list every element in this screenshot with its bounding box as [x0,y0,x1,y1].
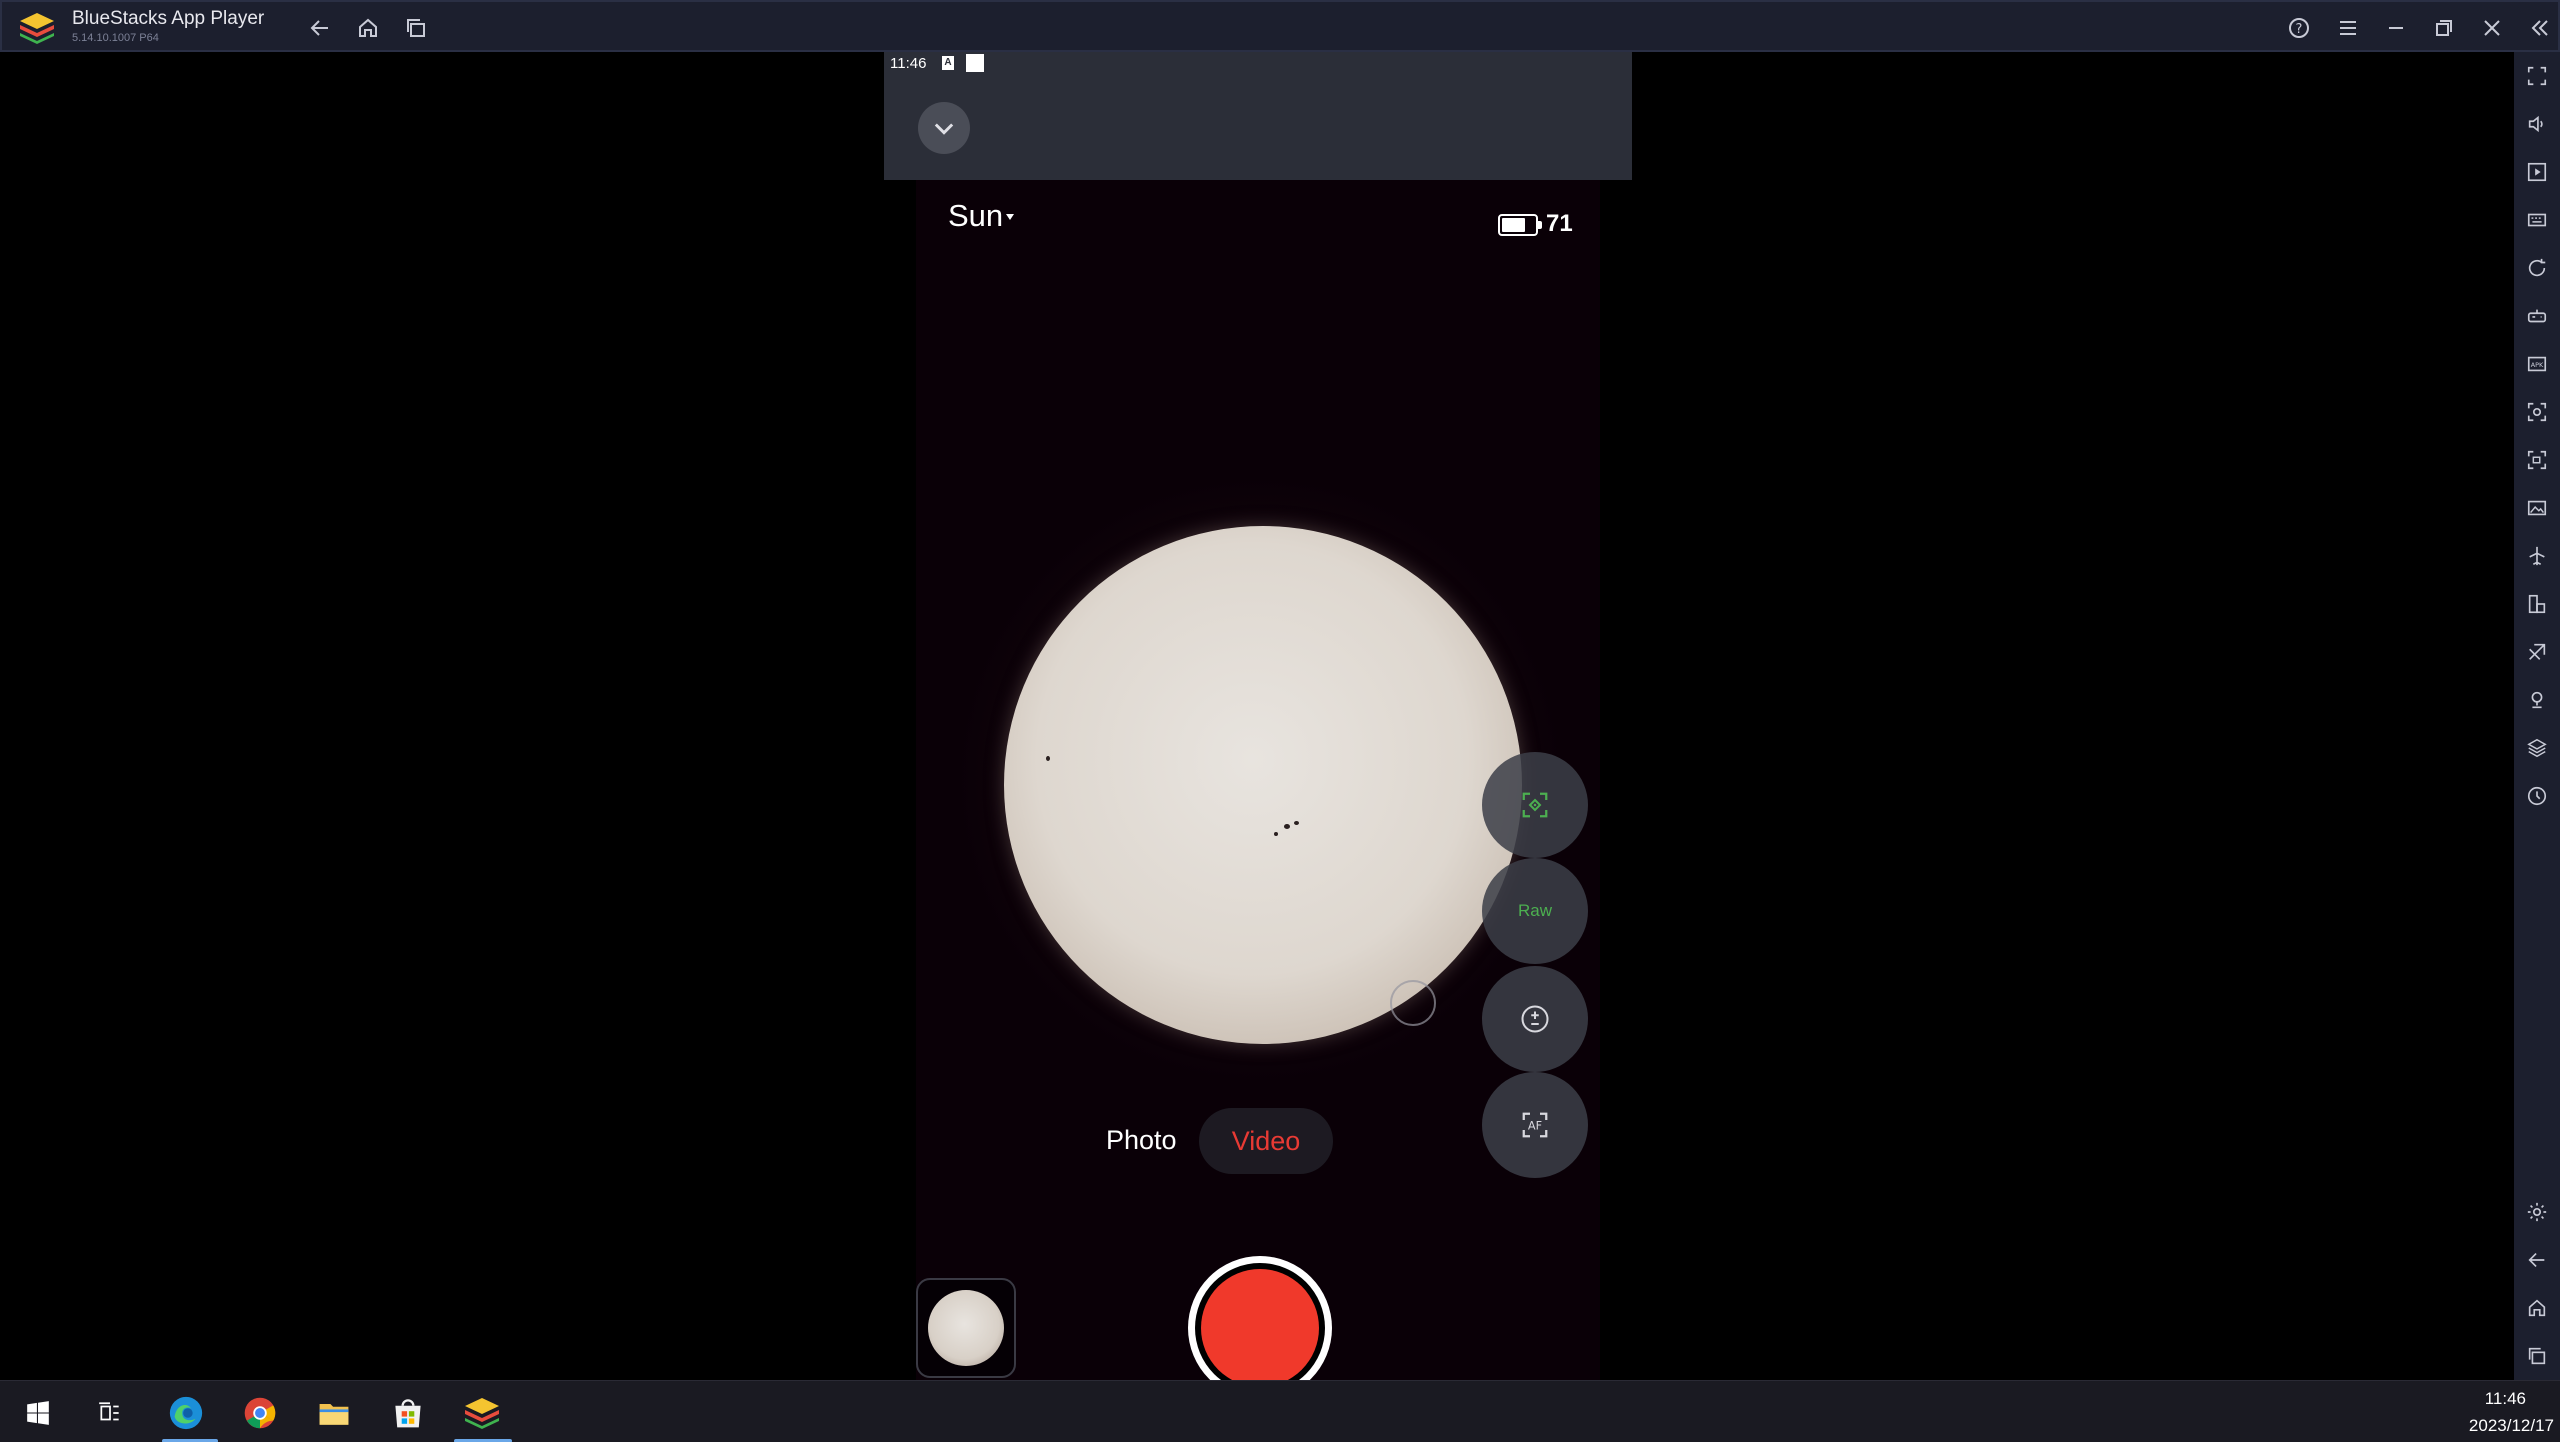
battery-icon [1498,214,1538,236]
auto-center-button[interactable] [1482,752,1588,858]
svg-text:?: ? [2296,22,2303,37]
exposure-button[interactable] [1482,966,1588,1072]
sunspot [1046,756,1050,761]
minimize-icon[interactable] [2382,14,2410,42]
collapse-sidebar-icon[interactable] [2526,14,2554,42]
record-screen-icon[interactable] [2525,448,2549,472]
gallery-thumbnail-button[interactable] [916,1278,1016,1378]
restore-icon[interactable] [2430,14,2458,42]
battery-level: 71 [1546,210,1573,237]
home-icon[interactable] [354,14,382,42]
bluestacks-taskbar-icon[interactable] [462,1393,502,1433]
windows-start-icon[interactable] [18,1393,58,1433]
microsoft-store-icon[interactable] [388,1393,428,1433]
mode-video-tab[interactable]: Video [1199,1108,1333,1174]
volume-icon[interactable] [2525,112,2549,136]
battery-tip [1538,221,1542,229]
svg-text:AF: AF [1528,1119,1542,1132]
target-frame-icon [1522,792,1548,818]
notification-shade: 11:46 A [884,52,1632,180]
keyboard-icon[interactable] [2525,208,2549,232]
settings-icon[interactable] [2525,1200,2549,1224]
bluestacks-sidebar: APK [2514,52,2560,1380]
title-bar: BlueStacks App Player 5.14.10.1007 P64 ? [0,0,2560,52]
task-view-icon[interactable] [90,1393,130,1433]
apk-icon[interactable]: APK [2525,352,2549,376]
record-button-core [1201,1269,1319,1380]
file-explorer-icon[interactable] [314,1393,354,1433]
media-folder-icon[interactable] [2525,496,2549,520]
sun-image [1004,526,1522,1044]
layers-icon[interactable] [2525,736,2549,760]
windows-taskbar: 11:46 2023/12/17 [0,1380,2560,1442]
autofocus-icon: AF [1522,1112,1548,1138]
help-icon[interactable]: ? [2285,14,2313,42]
back-icon[interactable] [306,14,334,42]
close-icon[interactable] [2478,14,2506,42]
taskbar-clock-time[interactable]: 11:46 [2485,1389,2526,1409]
window-title: BlueStacks App Player [72,8,265,29]
sunspot [1274,832,1278,836]
exposure-icon [1521,1005,1549,1033]
media-icon[interactable] [2525,160,2549,184]
status-badge: A [942,56,954,70]
android-screen: 11:46 A Sun 71 Raw AF Photo Video [884,52,1632,1380]
android-recents-icon[interactable] [2525,1344,2549,1368]
record-button[interactable] [1188,1256,1332,1380]
eco-mode-icon[interactable] [2525,640,2549,664]
thumbnail-image [928,1290,1004,1366]
bluestacks-logo-icon [18,11,56,45]
edge-browser-icon[interactable] [166,1393,206,1433]
raw-label: Raw [1517,901,1552,920]
autofocus-button[interactable]: AF [1482,1072,1588,1178]
fullscreen-icon[interactable] [2525,64,2549,88]
taskbar-clock-date[interactable]: 2023/12/17 [2469,1416,2554,1436]
record-button-ring [1195,1263,1325,1380]
svg-text:APK: APK [2531,361,2544,369]
mode-photo-tab[interactable]: Photo [1106,1125,1177,1156]
chrome-browser-icon[interactable] [240,1393,280,1433]
airplane-icon[interactable] [2525,544,2549,568]
rotate-icon[interactable] [2525,256,2549,280]
target-selector[interactable]: Sun [948,198,1003,234]
recent-apps-icon[interactable] [402,14,430,42]
multi-instance-icon[interactable] [2525,592,2549,616]
menu-icon[interactable] [2334,14,2362,42]
sunspot [1294,821,1299,825]
status-notification-icon [966,54,984,72]
caret-down-icon[interactable] [1006,214,1014,220]
window-version: 5.14.10.1007 P64 [72,32,159,44]
sunspot [1284,824,1290,829]
collapse-shade-button[interactable] [918,102,970,154]
gamepad-icon[interactable] [2525,304,2549,328]
android-back-icon[interactable] [2525,1248,2549,1272]
android-home-icon[interactable] [2525,1296,2549,1320]
focus-ring[interactable] [1390,980,1436,1026]
macro-icon[interactable] [2525,784,2549,808]
screen: BlueStacks App Player 5.14.10.1007 P64 ? [0,0,2560,1442]
battery-fill [1502,218,1525,232]
screenshot-icon[interactable] [2525,400,2549,424]
location-icon[interactable] [2525,688,2549,712]
raw-toggle-button[interactable]: Raw [1482,858,1588,964]
camera-viewfinder[interactable]: Sun 71 Raw AF Photo Video [916,180,1600,1380]
chevron-down-icon [934,123,954,135]
status-time: 11:46 [890,55,927,72]
